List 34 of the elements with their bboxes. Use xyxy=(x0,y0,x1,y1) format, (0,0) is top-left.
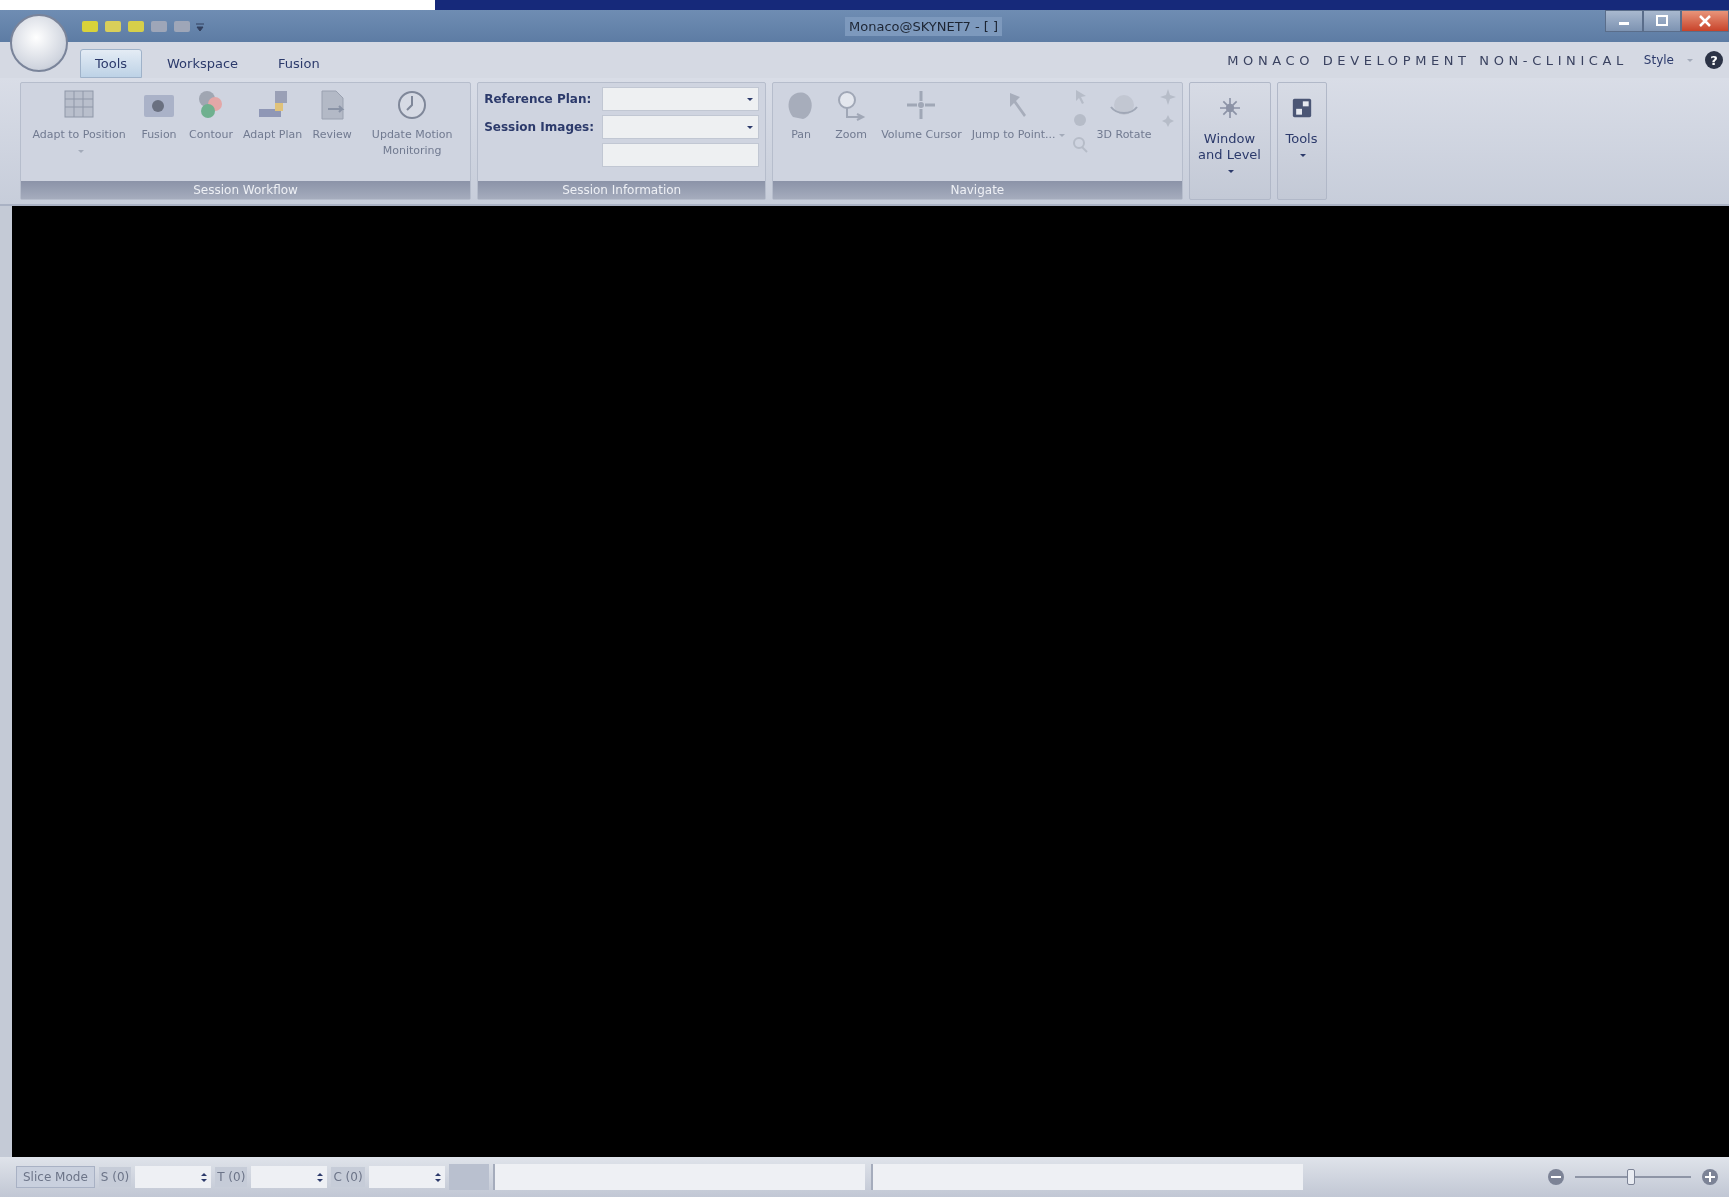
group-title: Navigate xyxy=(773,181,1182,199)
application-button[interactable] xyxy=(10,14,68,72)
style-menu[interactable]: Style xyxy=(1637,52,1699,68)
dropdown-field[interactable] xyxy=(602,87,760,111)
spinner-label: C (0) xyxy=(331,1167,365,1187)
status-panel xyxy=(448,1164,489,1190)
spinner-field[interactable] xyxy=(251,1166,328,1188)
spinner-label: S (0) xyxy=(98,1167,132,1187)
close-button[interactable] xyxy=(1681,10,1729,32)
spinner-field[interactable] xyxy=(368,1166,445,1188)
ribbon-button[interactable]: Tools xyxy=(1276,82,1327,200)
ribbon-tab[interactable]: Workspace xyxy=(152,49,254,78)
minimize-button[interactable] xyxy=(1605,10,1643,32)
zoom-out-icon[interactable] xyxy=(1547,1168,1565,1186)
ribbon-tab[interactable]: Tools xyxy=(80,49,143,78)
help-button[interactable]: ? xyxy=(1705,51,1723,69)
ribbon-tab[interactable]: Fusion xyxy=(263,49,335,78)
ribbon-button[interactable]: Window and Level xyxy=(1188,82,1271,200)
window-title: Monaco@SKYNET7 - [ ] xyxy=(845,16,1003,36)
slice-mode-button[interactable]: Slice Mode xyxy=(16,1166,95,1188)
field-label: Session Images: xyxy=(484,120,596,134)
maximize-button[interactable] xyxy=(1643,10,1681,32)
group-title: Session Information xyxy=(478,181,766,199)
group-title: Session Workflow xyxy=(21,181,471,199)
spinner-label: T (0) xyxy=(215,1167,248,1187)
close-icon xyxy=(1698,15,1712,27)
zoom-in-icon[interactable] xyxy=(1701,1168,1719,1186)
maximize-icon xyxy=(1655,15,1669,27)
spinner-field[interactable] xyxy=(135,1166,212,1188)
dropdown-field[interactable] xyxy=(602,115,760,139)
banner-text: MONACO DEVELOPMENT NON-CLINICAL xyxy=(1227,52,1628,68)
slider-thumb[interactable] xyxy=(1626,1169,1635,1185)
field-label: Reference Plan: xyxy=(484,92,593,106)
text-field[interactable] xyxy=(602,143,760,167)
